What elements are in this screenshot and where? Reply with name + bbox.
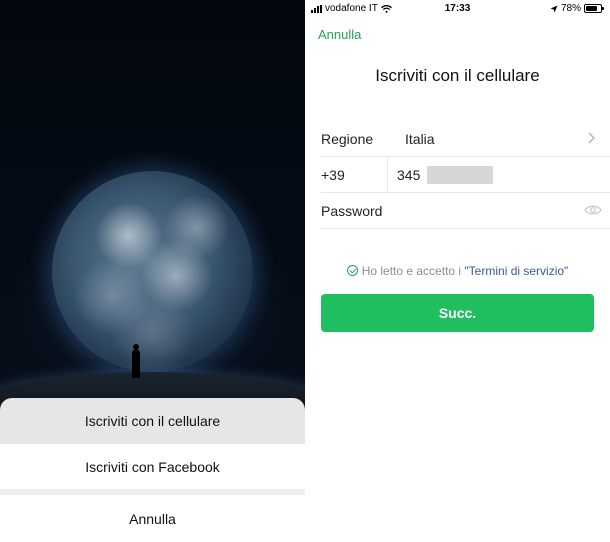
country-code[interactable]: +39 <box>321 167 345 183</box>
phone-number-input[interactable]: 345 <box>397 167 420 183</box>
terms-text: Ho letto e accetto i <box>361 264 462 278</box>
battery-percentage: 78% <box>560 3 581 14</box>
chevron-right-icon <box>588 132 595 144</box>
earth-image <box>52 171 253 372</box>
cancel-link[interactable]: Annulla <box>318 27 361 42</box>
sheet-cancel-label: Annulla <box>129 510 176 527</box>
region-row[interactable]: Regione Italia <box>321 121 610 157</box>
phone-signup-screen: vodafone IT 17:33 78% Annulla Iscriviti … <box>305 0 610 542</box>
signup-with-phone-option[interactable]: Iscriviti con il cellulare <box>0 398 305 444</box>
signup-with-facebook-option[interactable]: Iscriviti con Facebook <box>0 444 305 489</box>
page-title: Iscriviti con il cellulare <box>375 66 540 85</box>
signup-with-phone-label: Iscriviti con il cellulare <box>84 413 221 429</box>
terms-agreement: Ho letto e accetto i "Termini di servizi… <box>305 264 610 278</box>
password-row[interactable]: Password <box>321 193 610 229</box>
location-arrow-icon <box>550 5 558 12</box>
checkmark-icon[interactable] <box>346 265 358 276</box>
field-divider <box>387 157 388 193</box>
eye-icon[interactable] <box>584 204 602 216</box>
welcome-screen: Iscriviti con il cellulare Iscriviti con… <box>0 0 305 542</box>
battery-icon <box>584 4 604 13</box>
person-silhouette <box>131 344 141 378</box>
next-button[interactable]: Succ. <box>321 294 594 332</box>
status-bar: vodafone IT 17:33 78% <box>305 0 610 18</box>
region-value: Italia <box>405 131 435 147</box>
password-field[interactable]: Password <box>321 203 382 219</box>
system-indicators: 78% <box>550 3 604 14</box>
sheet-cancel-button[interactable]: Annulla <box>0 495 305 542</box>
region-label: Regione <box>321 131 374 147</box>
signup-with-facebook-label: Iscriviti con Facebook <box>85 458 220 475</box>
terms-of-service-link[interactable]: "Termini di servizio" <box>464 264 568 278</box>
phone-number-row: +39 345 <box>321 157 610 193</box>
signup-action-sheet: Iscriviti con il cellulare Iscriviti con… <box>0 398 305 542</box>
redacted-number <box>427 166 493 184</box>
